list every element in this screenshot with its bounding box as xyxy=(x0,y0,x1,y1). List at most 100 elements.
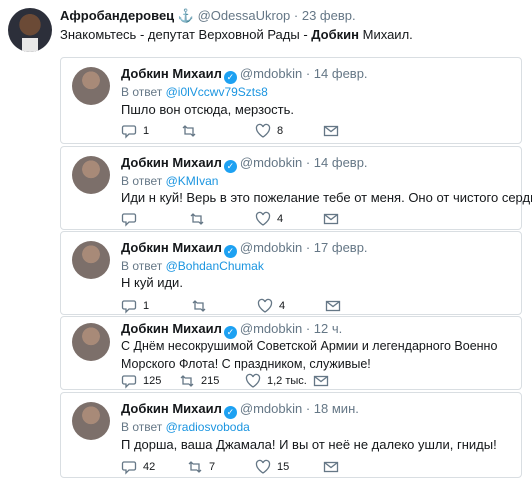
reply-count: 1 xyxy=(143,300,150,312)
like-button[interactable]: 1,2 тыс. xyxy=(245,373,307,389)
like-count: 15 xyxy=(277,461,290,473)
quote-date[interactable]: · 14 февр. xyxy=(306,66,368,81)
dm-button[interactable] xyxy=(323,459,339,475)
reply-icon xyxy=(121,125,137,139)
avatar[interactable] xyxy=(72,241,110,279)
avatar[interactable] xyxy=(72,156,110,194)
retweet-icon xyxy=(180,375,194,387)
reply-to-link[interactable]: @KMIvan xyxy=(166,174,219,188)
quoted-tweet[interactable]: Добкин Михаил ✓ @mdobkin · 17 февр. В отве… xyxy=(60,231,522,315)
quote-author-name[interactable]: Добкин Михаил xyxy=(121,155,222,170)
author-name[interactable]: Афробандеровец xyxy=(60,8,174,23)
reply-to-line: В ответ @radiosvoboda xyxy=(121,420,250,434)
reply-button[interactable]: 125 xyxy=(121,373,161,389)
quote-date[interactable]: · 17 февр. xyxy=(306,240,368,255)
reply-icon xyxy=(121,300,137,314)
reply-to-line: В ответ @KMIvan xyxy=(121,174,219,188)
anchor-icon: ⚓ xyxy=(177,8,194,23)
tweet-actions: 125 215 1,2 тыс. xyxy=(121,373,361,389)
quote-text: Пшло вон отсюда, мерзость. xyxy=(121,102,295,117)
tweet-text: Знакомьтесь - депутат Верховной Рады - Д… xyxy=(60,27,413,42)
dm-button[interactable] xyxy=(325,298,341,314)
dm-button[interactable] xyxy=(323,123,339,139)
tweet-header: Афробандеровец ⚓ @OdessaUkrop · 23 февр. xyxy=(60,8,356,24)
reply-button[interactable]: 42 xyxy=(121,459,155,475)
like-button[interactable]: 4 xyxy=(257,298,285,314)
avatar[interactable] xyxy=(72,402,110,440)
like-button[interactable]: 4 xyxy=(255,211,283,227)
envelope-icon xyxy=(323,461,339,473)
like-count: 4 xyxy=(279,300,286,312)
dm-button[interactable] xyxy=(313,373,329,389)
quote-text: Н куй иди. xyxy=(121,275,183,290)
author-handle[interactable]: @OdessaUkrop xyxy=(198,8,291,23)
quote-text: Иди н куй! Верь в это пожелание тебе от … xyxy=(121,190,532,205)
quote-date[interactable]: · 12 ч. xyxy=(306,321,342,336)
quote-author-name[interactable]: Добкин Михаил xyxy=(121,240,222,255)
retweet-button[interactable]: 215 xyxy=(179,373,219,389)
retweet-button[interactable]: 7 xyxy=(187,459,215,475)
quote-author-name[interactable]: Добкин Михаил xyxy=(121,66,222,81)
envelope-icon xyxy=(323,125,339,137)
heart-icon xyxy=(257,298,273,313)
verified-icon: ✓ xyxy=(223,71,237,84)
quoted-tweet[interactable]: Добкин Михаил ✓ @mdobkin · 14 февр. В отве… xyxy=(60,57,522,144)
like-button[interactable]: 15 xyxy=(255,459,289,475)
reply-button[interactable]: 1 xyxy=(121,298,149,314)
avatar[interactable] xyxy=(72,67,110,105)
quote-handle[interactable]: @mdobkin xyxy=(240,240,302,255)
reply-to-link[interactable]: @radiosvoboda xyxy=(166,420,250,434)
reply-to-line: В ответ @i0lVccwv79Szts8 xyxy=(121,85,268,99)
avatar[interactable] xyxy=(72,323,110,361)
retweet-button[interactable] xyxy=(189,211,211,227)
verified-icon: ✓ xyxy=(223,245,237,258)
quote-handle[interactable]: @mdobkin xyxy=(240,66,302,81)
envelope-icon xyxy=(325,300,341,312)
quote-handle[interactable]: @mdobkin xyxy=(240,155,302,170)
quote-handle[interactable]: @mdobkin xyxy=(240,401,302,416)
reply-count: 42 xyxy=(143,461,156,473)
reply-to-link[interactable]: @i0lVccwv79Szts8 xyxy=(166,85,268,99)
highlight-text: Добкин xyxy=(311,27,360,42)
tweet-actions: 1 4 xyxy=(121,298,361,314)
verified-icon: ✓ xyxy=(223,160,237,173)
retweet-icon xyxy=(182,125,196,137)
retweet-button[interactable] xyxy=(191,298,213,314)
reply-count: 125 xyxy=(143,375,162,387)
quote-text: П дорша, ваша Джамала! И вы от неё не да… xyxy=(121,437,497,452)
author-avatar[interactable] xyxy=(8,8,52,52)
like-button[interactable]: 8 xyxy=(255,123,283,139)
quoted-tweet[interactable]: Добкин Михаил ✓ @mdobkin · 18 мин. В ответ… xyxy=(60,392,522,478)
retweet-button[interactable] xyxy=(181,123,203,139)
quote-author-name[interactable]: Добкин Михаил xyxy=(121,321,222,336)
quoted-tweet[interactable]: Добкин Михаил ✓ @mdobkin · 14 февр. В отве… xyxy=(60,146,532,230)
reply-button[interactable] xyxy=(121,211,143,227)
envelope-icon xyxy=(313,375,329,387)
quote-author-name[interactable]: Добкин Михаил xyxy=(121,401,222,416)
reply-to-link[interactable]: @BohdanChumak xyxy=(166,259,264,273)
quoted-tweet[interactable]: Добкин Михаил ✓ @mdobkin · 12 ч. С Днём не… xyxy=(60,316,522,390)
quote-text: С Днём несокрушимой Советской Армии и ле… xyxy=(121,339,498,371)
reply-icon xyxy=(121,375,137,389)
tweet-actions: 4 xyxy=(121,211,361,227)
tweet-actions: 1 8 xyxy=(121,123,361,139)
retweet-count: 7 xyxy=(209,461,216,473)
retweet-icon xyxy=(190,213,204,225)
tweet-date[interactable]: · 23 февр. xyxy=(294,8,356,23)
quote-date[interactable]: · 14 февр. xyxy=(306,155,368,170)
retweet-icon xyxy=(188,461,202,473)
verified-icon: ✓ xyxy=(223,406,237,419)
heart-icon xyxy=(255,459,271,474)
reply-button[interactable]: 1 xyxy=(121,123,149,139)
like-count: 1,2 тыс. xyxy=(267,375,307,387)
like-count: 4 xyxy=(277,213,284,225)
reply-icon xyxy=(121,213,137,227)
dm-button[interactable] xyxy=(323,211,339,227)
retweet-count: 215 xyxy=(201,375,220,387)
reply-icon xyxy=(121,461,137,475)
quote-handle[interactable]: @mdobkin xyxy=(240,321,302,336)
like-count: 8 xyxy=(277,125,284,137)
quote-date[interactable]: · 18 мин. xyxy=(306,401,359,416)
tweet-actions: 42 7 15 xyxy=(121,459,361,475)
envelope-icon xyxy=(323,213,339,225)
